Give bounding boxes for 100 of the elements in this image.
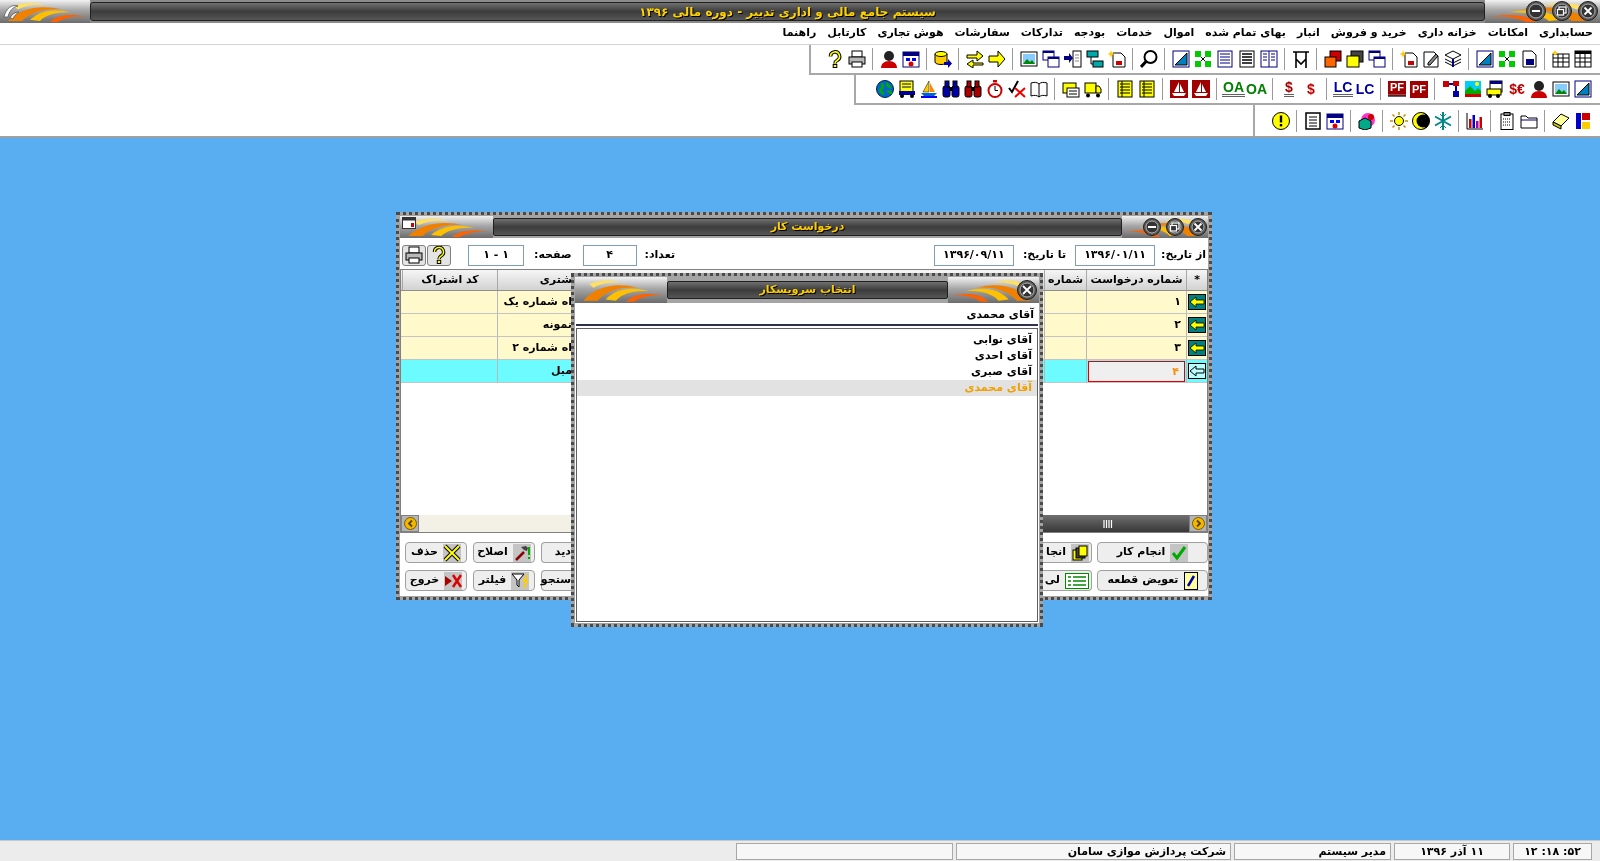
sailboat-tile-icon[interactable] [1170, 80, 1188, 98]
arrow-left-icon[interactable] [1188, 317, 1206, 333]
arrow-left-icon[interactable] [1188, 294, 1206, 310]
person-icon[interactable] [880, 50, 898, 68]
menu-item[interactable]: خرید و فروش [1330, 25, 1407, 42]
binoculars-icon[interactable] [942, 80, 960, 98]
toolbar-text-button[interactable]: OA [1245, 81, 1268, 97]
delete-button[interactable]: حذف [405, 542, 467, 563]
date-field[interactable]: ۱۳۹۶/۰۱/۱۱ [1075, 244, 1155, 266]
connected-boxes-icon[interactable] [1086, 50, 1104, 68]
exit-button[interactable]: خروج [405, 570, 467, 591]
picture-icon[interactable] [1552, 80, 1570, 98]
partial-button[interactable]: ستجو [541, 570, 571, 591]
ledger-icon[interactable] [1116, 80, 1134, 98]
gate-icon[interactable] [1292, 50, 1310, 68]
menu-item[interactable]: بهای تمام شده [1205, 25, 1286, 42]
toolbar-text-button[interactable]: LC [1354, 81, 1376, 97]
scroll-left-button[interactable] [401, 515, 419, 532]
person-icon[interactable] [1530, 80, 1548, 98]
toolbar-text-button[interactable]: OA [1222, 81, 1245, 97]
list-item[interactable]: آقای احدی [577, 348, 1037, 364]
arrow-right-icon[interactable] [988, 50, 1006, 68]
menu-item[interactable]: اموال [1163, 25, 1195, 42]
cubes-icon[interactable] [1346, 50, 1364, 68]
nodes-icon[interactable] [1498, 50, 1516, 68]
truck-calendar-icon[interactable] [1486, 80, 1504, 98]
close-icon[interactable] [1189, 218, 1207, 236]
sun-icon[interactable] [1390, 111, 1408, 130]
print-button[interactable] [402, 244, 426, 266]
landscape-icon[interactable] [1464, 80, 1482, 98]
database-arrow-icon[interactable] [934, 50, 952, 68]
toolbar-text-button[interactable]: PF [1409, 80, 1429, 98]
swap-arrows-icon[interactable] [966, 50, 984, 68]
close-icon[interactable] [1578, 1, 1598, 21]
minimize-icon[interactable] [1143, 218, 1161, 236]
list-icon[interactable] [1238, 50, 1256, 68]
toolbar-text-button[interactable]: $ [1306, 81, 1316, 97]
partial-button[interactable]: لی [1043, 570, 1092, 591]
scroll-right-button[interactable] [1189, 515, 1207, 532]
set-square-icon[interactable] [1172, 50, 1190, 68]
table-icon[interactable] [1574, 50, 1592, 68]
new-document-icon[interactable] [1400, 50, 1418, 68]
edit-document-icon[interactable] [1422, 50, 1440, 68]
menu-item[interactable]: خدمات [1116, 25, 1153, 42]
eraser-icon[interactable] [1552, 111, 1570, 130]
list-item[interactable]: آقای نوابی [577, 332, 1037, 348]
menu-item[interactable]: بودجه [1073, 25, 1106, 42]
partial-button[interactable]: دید [541, 542, 571, 563]
snowflake-icon[interactable] [1434, 111, 1452, 130]
menu-item[interactable]: سفارشات [954, 25, 1010, 42]
book-icon[interactable] [1030, 80, 1048, 98]
replace-part-button[interactable]: تعویض قطعه [1097, 570, 1208, 591]
selection-field[interactable]: آقای محمدی [576, 304, 1038, 326]
toolbar-text-button[interactable]: PF [1387, 81, 1407, 97]
nodes-icon[interactable] [1194, 50, 1212, 68]
windows-icon[interactable] [1368, 50, 1386, 68]
arrow-document-icon[interactable] [1064, 50, 1082, 68]
truck-icon[interactable] [1084, 80, 1102, 98]
complete-task-button[interactable]: انجام کار [1097, 542, 1208, 563]
arrow-left-icon[interactable] [1188, 363, 1206, 379]
menu-item[interactable]: هوش تجاری [877, 25, 944, 42]
shapes-icon[interactable] [1358, 111, 1376, 130]
toolbar-text-button[interactable]: LC [1332, 81, 1354, 97]
restore-icon[interactable] [1552, 1, 1572, 21]
menu-item[interactable]: امکانات [1487, 25, 1529, 42]
filter-button[interactable]: فیلتر [473, 570, 535, 591]
stopwatch-icon[interactable] [986, 80, 1004, 98]
menu-item[interactable]: کارتابل [827, 25, 867, 42]
arrow-left-icon[interactable] [1188, 340, 1206, 356]
warning-icon[interactable] [1272, 111, 1290, 130]
sailboat-tile-icon[interactable] [1192, 80, 1210, 98]
document-lines-icon[interactable] [1216, 50, 1234, 68]
count-field[interactable]: ۴ [582, 244, 637, 266]
document-block-icon[interactable] [1520, 50, 1538, 68]
calendar-icon[interactable] [902, 50, 920, 68]
stacked-documents-icon[interactable] [1062, 80, 1080, 98]
restore-icon[interactable] [1166, 218, 1184, 236]
windows-icon[interactable] [1042, 50, 1060, 68]
bar-chart-icon[interactable] [1466, 111, 1484, 130]
menu-item[interactable]: انبار [1296, 25, 1320, 42]
layers-icon[interactable] [1444, 50, 1462, 68]
sailboat-icon[interactable] [920, 80, 938, 98]
check-cross-icon[interactable] [1008, 80, 1026, 98]
list-item[interactable]: آقای صبری [577, 364, 1037, 380]
toolbar-text-button[interactable]: $ [1284, 81, 1294, 97]
color-blocks-icon[interactable] [1574, 111, 1592, 130]
stacked-boxes-icon[interactable] [1324, 50, 1342, 68]
ledger-icon[interactable] [1138, 80, 1156, 98]
close-icon[interactable] [1017, 280, 1037, 300]
moon-icon[interactable] [1412, 111, 1430, 130]
menu-item[interactable]: خزانه داری [1417, 25, 1477, 42]
picture-icon[interactable] [1020, 50, 1038, 68]
truck-document-icon[interactable] [898, 80, 916, 98]
printer-icon[interactable] [848, 50, 866, 68]
toolbar-text-button[interactable]: $€ [1508, 81, 1526, 97]
set-square-icon[interactable] [1476, 50, 1494, 68]
globe-icon[interactable] [876, 80, 894, 98]
partial-button[interactable]: انجا [1043, 542, 1092, 563]
spreadsheet-icon[interactable] [1552, 50, 1570, 68]
new-document-icon[interactable] [1108, 50, 1126, 68]
